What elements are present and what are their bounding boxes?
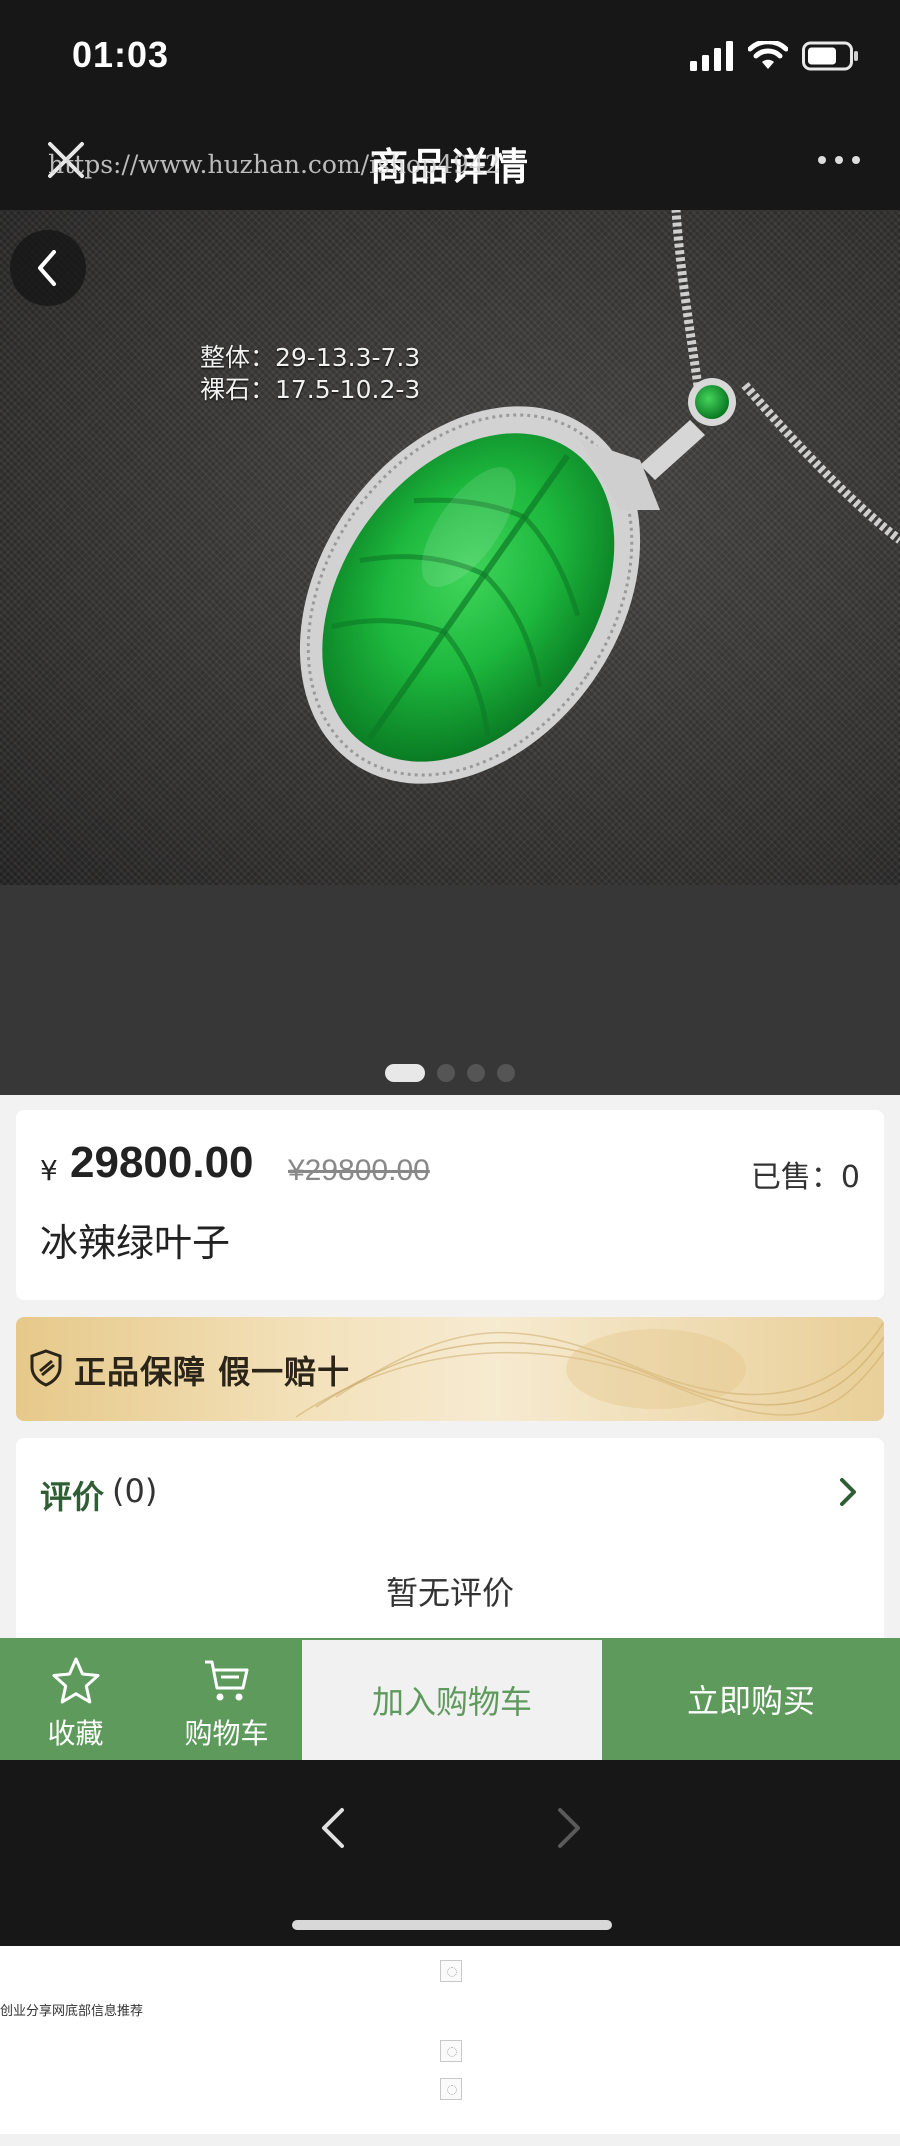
reviews-count: (0) (112, 1472, 158, 1510)
reviews-empty-text: 暂无评价 (385, 1574, 514, 1612)
browser-back-icon[interactable] (320, 1806, 346, 1850)
guarantee-banner: 正品保障 假一赔十 (16, 1317, 884, 1421)
browser-toolbar (0, 1760, 900, 1946)
footer-recommend-text: 创业分享网底部信息推荐 (0, 2004, 144, 2019)
carousel-dot[interactable] (467, 1064, 485, 1082)
more-menu-icon[interactable] (818, 156, 860, 164)
browser-forward-icon[interactable] (556, 1806, 582, 1850)
carousel-dot[interactable] (385, 1064, 425, 1082)
phone-screen: 01:03 商品详情 https://www.huzhan.com/ishop4… (0, 0, 900, 1946)
currency-symbol: ¥ (40, 1154, 58, 1187)
back-button[interactable] (10, 230, 86, 306)
price-card: ¥ 29800.00 ¥29800.00 已售：0 冰辣绿叶子 (16, 1110, 884, 1300)
chevron-left-icon (38, 250, 56, 286)
guarantee-text: 正品保障 假一赔十 (74, 1353, 351, 1391)
footer-divider (0, 2134, 900, 2146)
product-photo[interactable]: 整体：29-13.3-7.3 裸石：17.5-10.2-3 (0, 210, 900, 885)
carousel-dot[interactable] (437, 1064, 455, 1082)
home-indicator[interactable] (292, 1920, 612, 1930)
reviews-section[interactable]: 评价 (0) 暂无评价 (16, 1438, 884, 1638)
buy-now-button[interactable]: 立即购买 (602, 1638, 900, 1760)
signal-icon (690, 41, 733, 71)
jade-pendant-image (299, 210, 900, 784)
chevron-right-icon[interactable] (838, 1476, 858, 1508)
star-icon (52, 1657, 99, 1704)
reviews-title: 评价 (40, 1478, 105, 1516)
status-icons (690, 40, 860, 72)
cart-button[interactable]: 购物车 (151, 1638, 302, 1760)
action-bar: 收藏 购物车 加入购物车 立即购买 (0, 1638, 900, 1760)
add-to-cart-button[interactable]: 加入购物车 (302, 1638, 602, 1760)
favorite-button[interactable]: 收藏 (0, 1638, 151, 1760)
broken-image-icon (440, 2040, 462, 2062)
sold-count: 已售：0 (750, 1160, 860, 1195)
broken-image-icon (440, 1960, 462, 1982)
shield-icon (30, 1349, 62, 1387)
product-name: 冰辣绿叶子 (40, 1221, 231, 1265)
spec-line-overall: 整体：29-13.3-7.3 (200, 343, 421, 372)
nav-bar: 商品详情 https://www.huzhan.com/ishop4942 (0, 110, 900, 210)
favorite-label: 收藏 (47, 1717, 104, 1750)
cart-label: 购物车 (184, 1717, 269, 1750)
watermark-url: https://www.huzhan.com/ishop4942 (48, 150, 501, 179)
spec-line-stone: 裸石：17.5-10.2-3 (200, 375, 421, 404)
wifi-icon (748, 41, 788, 69)
status-bar: 01:03 (0, 0, 900, 110)
cart-icon (204, 1660, 248, 1701)
battery-icon (802, 41, 858, 71)
spec-overlay: 整体：29-13.3-7.3 裸石：17.5-10.2-3 (200, 342, 420, 406)
price: 29800.00 (70, 1138, 254, 1187)
broken-image-icon (440, 2078, 462, 2100)
status-time: 01:03 (72, 34, 170, 75)
original-price: ¥29800.00 (288, 1154, 430, 1187)
carousel-dot[interactable] (497, 1064, 515, 1082)
carousel-dots[interactable] (0, 1064, 900, 1082)
